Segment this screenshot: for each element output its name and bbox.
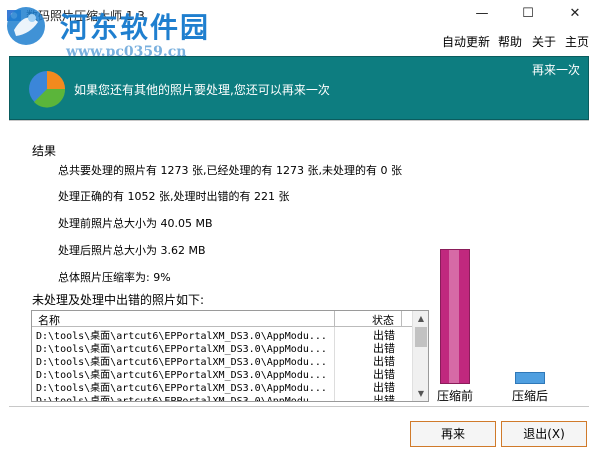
table-header: 名称 状态 [32, 311, 412, 327]
minimize-button[interactable]: — [459, 0, 505, 30]
divider [9, 406, 589, 407]
scroll-down-arrow-icon[interactable]: ▼ [413, 386, 428, 401]
table-row[interactable]: D:\tools\桌面\artcut6\EPPortalXM_DS3.0\App… [32, 379, 412, 394]
menu-help[interactable]: 帮助 [498, 33, 522, 50]
table-scrollbar[interactable]: ▲ ▼ [412, 311, 428, 401]
size-before-bar-highlight [449, 250, 459, 383]
column-header-name[interactable]: 名称 [38, 312, 60, 328]
menu-home[interactable]: 主页 [565, 33, 589, 50]
table-row[interactable]: D:\tools\桌面\artcut6\EPPortalXM_DS3.0\App… [32, 340, 412, 355]
size-after-text: 处理后照片总大小为 3.62 MB [58, 244, 206, 257]
table-row[interactable]: D:\tools\桌面\artcut6\EPPortalXM_DS3.0\App… [32, 327, 412, 342]
size-after-bar [515, 372, 545, 384]
banner-message: 如果您还有其他的照片要处理,您还可以再来一次 [74, 83, 330, 97]
row-status: 出错 [373, 394, 395, 402]
after-label: 压缩后 [512, 389, 549, 403]
table-row[interactable]: D:\tools\桌面\artcut6\EPPortalXM_DS3.0\App… [32, 353, 412, 368]
column-header-status[interactable]: 状态 [372, 312, 394, 328]
correct-count-text: 处理正确的有 1052 张,处理时出错的有 221 张 [58, 190, 290, 203]
menu-about[interactable]: 关于 [532, 33, 556, 50]
scroll-thumb[interactable] [415, 327, 427, 347]
pie-chart-icon [29, 71, 66, 108]
results-heading: 结果 [32, 144, 57, 158]
close-button[interactable]: ✕ [552, 0, 598, 30]
maximize-button[interactable]: ☐ [505, 0, 551, 30]
scroll-up-arrow-icon[interactable]: ▲ [413, 311, 428, 326]
again-button[interactable]: 再来 [410, 421, 496, 447]
list-caption: 未处理及处理中出错的照片如下: [32, 293, 205, 307]
column-divider[interactable] [401, 311, 402, 326]
compression-ratio-text: 总体照片压缩率为: 9% [58, 271, 171, 284]
retry-link[interactable]: 再来一次 [532, 61, 580, 78]
total-count-text: 总共要处理的照片有 1273 张,已经处理的有 1273 张,未处理的有 0 张 [58, 164, 402, 177]
table-row[interactable]: D:\tools\桌面\artcut6\EPPortalXM_DS3.0\App… [32, 392, 412, 402]
size-before-text: 处理前照片总大小为 40.05 MB [58, 217, 213, 230]
menu-auto-update[interactable]: 自动更新 [442, 33, 490, 50]
exit-button[interactable]: 退出(X) [501, 421, 587, 447]
before-label: 压缩前 [437, 389, 474, 403]
row-path: D:\tools\桌面\artcut6\EPPortalXM_DS3.0\App… [36, 396, 327, 402]
error-file-table[interactable]: 名称 状态 D:\tools\桌面\artcut6\EPPortalXM_DS3… [31, 310, 429, 402]
watermark-site-name: 河东软件园 [60, 11, 211, 44]
column-divider[interactable] [334, 311, 335, 326]
info-banner: 如果您还有其他的照片要处理,您还可以再来一次 再来一次 [9, 56, 589, 120]
watermark-logo-icon [7, 7, 45, 45]
table-row[interactable]: D:\tools\桌面\artcut6\EPPortalXM_DS3.0\App… [32, 366, 412, 381]
